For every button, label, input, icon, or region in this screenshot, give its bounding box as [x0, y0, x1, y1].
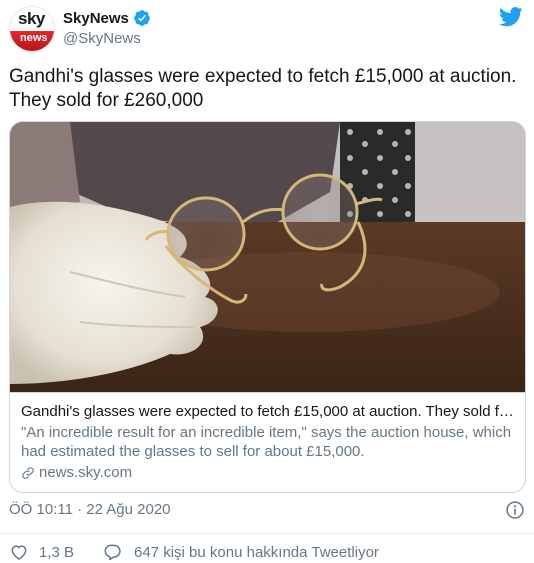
avatar-news-text: news — [20, 32, 48, 44]
card-description-line-1: "An incredible result for an incredible … — [21, 424, 512, 441]
timestamp[interactable]: ÖÖ 10:11 · 22 Ağu 2020 — [9, 501, 171, 518]
info-icon[interactable] — [505, 500, 525, 520]
author-name-line[interactable]: SkyNews — [63, 9, 151, 27]
tweet-text: Gandhi's glasses were expected to fetch … — [9, 65, 524, 113]
heart-icon — [11, 545, 27, 560]
like-count: 1,3 B — [39, 543, 75, 561]
twitter-bird-icon[interactable] — [499, 7, 523, 27]
card-description-line-2: had estimated the glasses to sell for ab… — [21, 443, 365, 460]
card-domain-text[interactable]: news.sky.com — [39, 463, 132, 482]
tweet: sky news SkyNews @SkyNews Gandhi's glass… — [0, 0, 534, 563]
display-name[interactable]: SkyNews — [63, 10, 129, 27]
link-card[interactable]: Gandhi's glasses were expected to fetch … — [9, 121, 526, 493]
card-image[interactable] — [10, 122, 526, 392]
card-body[interactable]: Gandhi's glasses were expected to fetch … — [10, 392, 525, 492]
tweet-text-line-2: They sold for £260,000 — [9, 90, 204, 111]
link-icon — [22, 466, 34, 479]
handle[interactable]: @SkyNews — [63, 30, 141, 47]
like-button[interactable]: 1,3 B — [9, 542, 74, 562]
conversation-link[interactable]: 647 kişi bu konu hakkında Tweetliyor — [102, 542, 379, 562]
verified-badge-icon — [133, 10, 150, 26]
conversation-text[interactable]: 647 kişi bu konu hakkında Tweetliyor — [134, 544, 379, 561]
card-domain[interactable]: news.sky.com — [21, 463, 517, 482]
avatar[interactable]: sky news — [9, 6, 55, 52]
avatar-sky-text: sky — [18, 9, 45, 28]
tweet-text-line-1: Gandhi's glasses were expected to fetch … — [9, 66, 517, 87]
divider — [0, 533, 534, 534]
card-title[interactable]: Gandhi's glasses were expected to fetch … — [21, 402, 517, 421]
card-description: "An incredible result for an incredible … — [21, 423, 517, 461]
tweet-actions: 1,3 B 647 kişi bu konu hakkında Tweetliy… — [9, 542, 379, 562]
reply-icon — [104, 544, 121, 561]
